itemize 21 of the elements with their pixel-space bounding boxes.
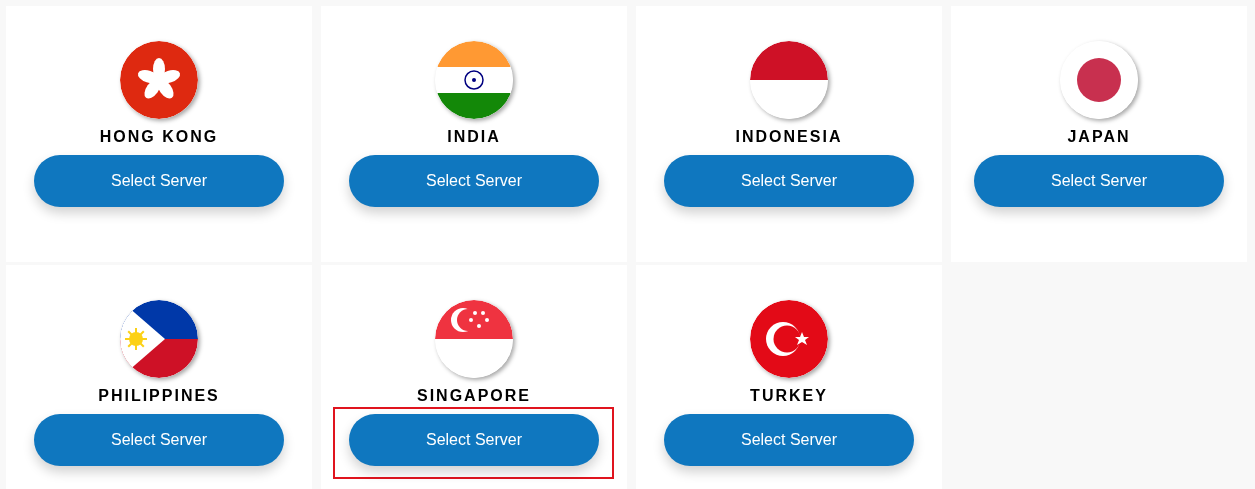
- select-server-button[interactable]: Select Server: [349, 155, 599, 207]
- flower-flag-icon: [120, 41, 198, 119]
- bicolor-flag-icon: [750, 41, 828, 119]
- select-server-button[interactable]: Select Server: [664, 155, 914, 207]
- select-server-button[interactable]: Select Server: [34, 414, 284, 466]
- disc-flag-icon: [1060, 41, 1138, 119]
- select-server-button[interactable]: Select Server: [664, 414, 914, 466]
- select-server-button[interactable]: Select Server: [349, 414, 599, 466]
- select-server-button[interactable]: Select Server: [974, 155, 1224, 207]
- country-name: PHILIPPINES: [98, 388, 220, 404]
- sun-flag-icon: [120, 300, 198, 378]
- country-name: INDONESIA: [735, 129, 843, 145]
- tricolor-flag-icon: [435, 41, 513, 119]
- country-name: SINGAPORE: [417, 388, 531, 404]
- crescent-flag-icon: [435, 300, 513, 378]
- country-name: HONG KONG: [99, 129, 219, 145]
- select-server-button[interactable]: Select Server: [34, 155, 284, 207]
- country-name: JAPAN: [1067, 129, 1131, 145]
- country-name: INDIA: [447, 129, 501, 145]
- crescent-star-flag-icon: [750, 300, 828, 378]
- country-name: TURKEY: [750, 388, 828, 404]
